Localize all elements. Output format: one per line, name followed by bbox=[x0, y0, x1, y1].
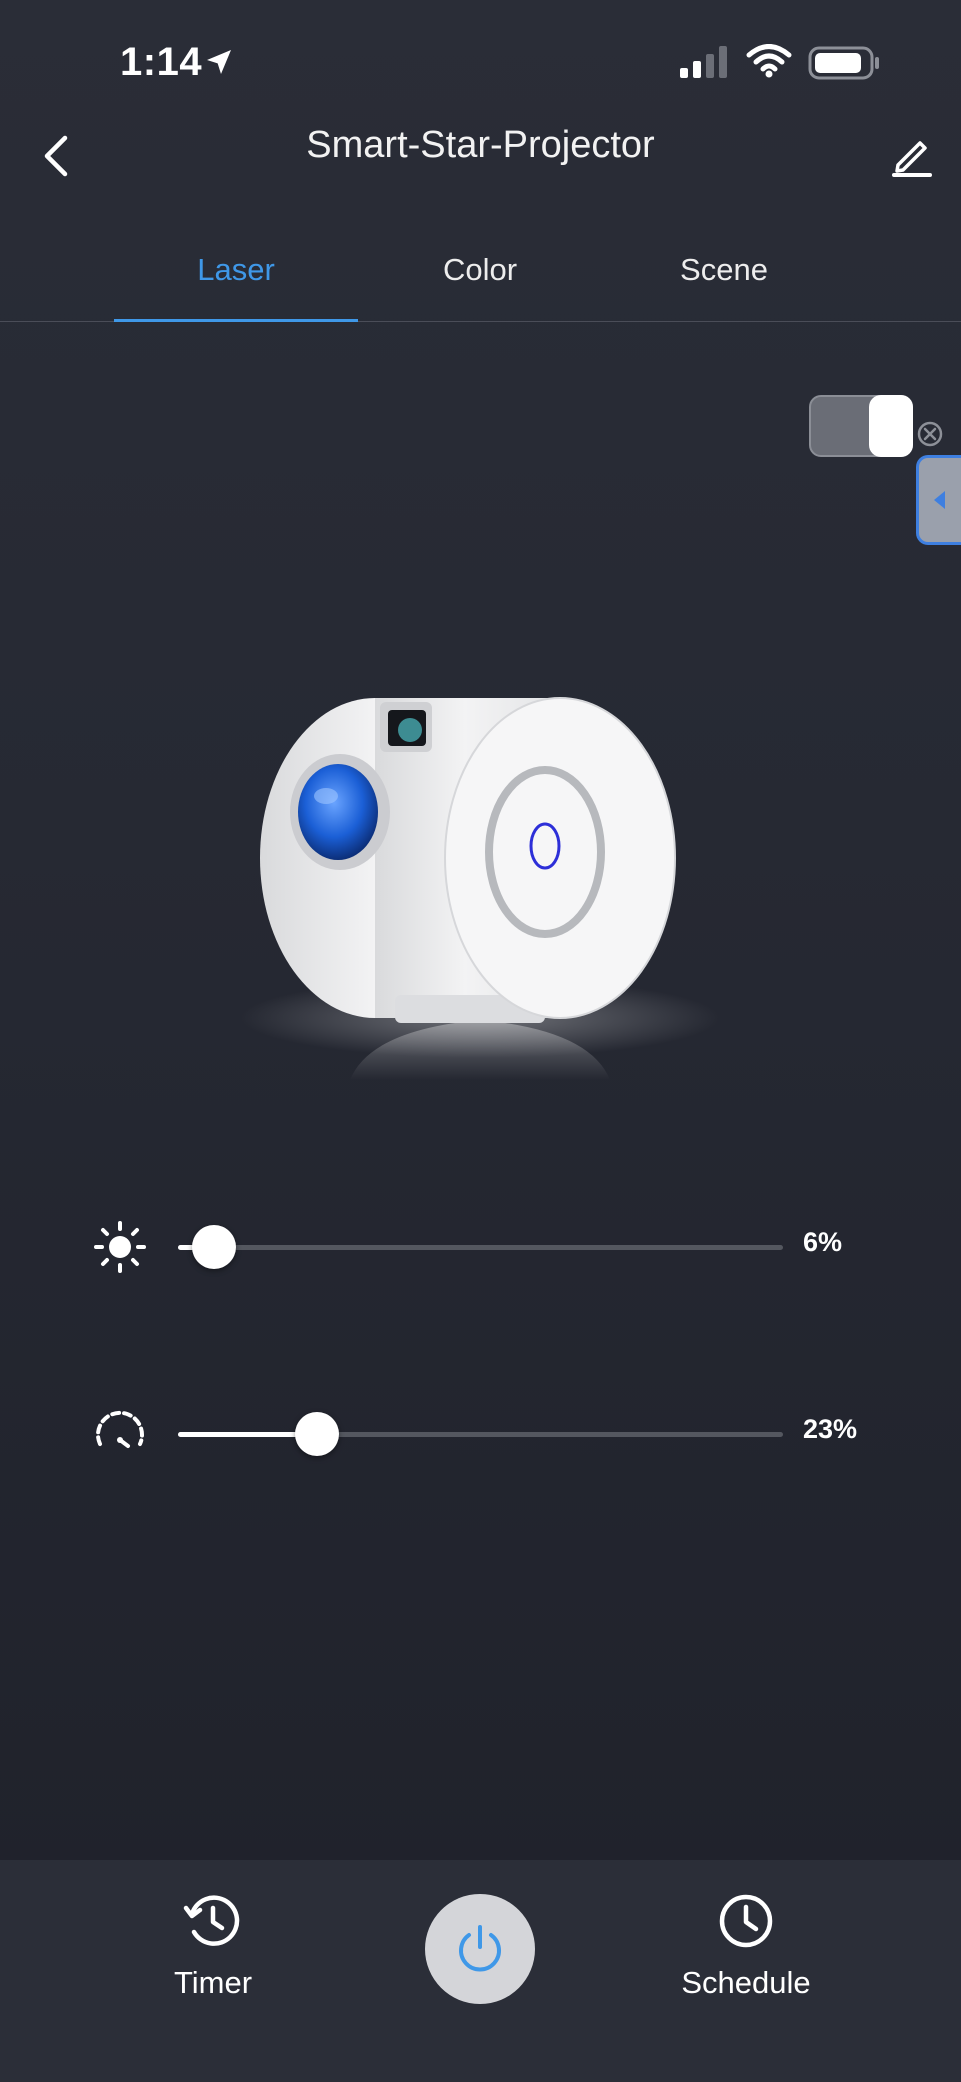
app-header: Smart-Star-Projector bbox=[0, 110, 961, 220]
timer-icon bbox=[183, 1895, 240, 1946]
side-drawer-handle[interactable] bbox=[916, 455, 961, 545]
pencil-icon bbox=[892, 141, 932, 177]
power-icon bbox=[459, 1925, 501, 1972]
speed-slider-row: 23% bbox=[0, 1392, 961, 1472]
cellular-signal-icon bbox=[680, 46, 730, 83]
laser-toggle[interactable] bbox=[809, 395, 913, 457]
tab-bar: Laser Color Scene bbox=[0, 220, 961, 322]
clock-icon bbox=[719, 1894, 773, 1948]
caret-left-icon bbox=[934, 491, 945, 509]
schedule-button[interactable]: Schedule bbox=[666, 1890, 826, 2001]
speed-value: 23% bbox=[803, 1414, 858, 1444]
schedule-label: Schedule bbox=[681, 1965, 811, 2000]
brightness-icon bbox=[92, 1219, 148, 1275]
battery-icon bbox=[808, 46, 880, 85]
close-circle-icon[interactable] bbox=[915, 419, 945, 454]
brightness-slider-thumb[interactable] bbox=[192, 1225, 237, 1269]
speed-slider-thumb[interactable] bbox=[295, 1412, 340, 1456]
page-title: Smart-Star-Projector bbox=[306, 124, 655, 166]
tab-color[interactable]: Color bbox=[358, 240, 602, 300]
brightness-slider-row: 6% bbox=[0, 1205, 961, 1285]
location-arrow-icon bbox=[203, 46, 235, 83]
power-button[interactable] bbox=[425, 1894, 535, 2004]
tab-laser[interactable]: Laser bbox=[114, 240, 358, 300]
speed-icon bbox=[92, 1406, 148, 1462]
edit-button[interactable] bbox=[881, 124, 943, 186]
brightness-slider[interactable] bbox=[178, 1225, 783, 1269]
projector-device-image bbox=[230, 640, 730, 1110]
tab-scene[interactable]: Scene bbox=[602, 240, 846, 300]
wifi-icon bbox=[746, 44, 792, 83]
bottom-action-bar: Timer Schedule bbox=[0, 1860, 961, 2082]
timer-button[interactable]: Timer bbox=[133, 1890, 293, 2001]
status-bar: 1:14 bbox=[0, 0, 961, 120]
timer-label: Timer bbox=[173, 1965, 253, 2000]
speed-slider[interactable] bbox=[178, 1412, 783, 1456]
status-time: 1:14 bbox=[120, 40, 203, 84]
tab-active-indicator bbox=[114, 319, 358, 322]
toggle-knob bbox=[869, 395, 913, 457]
brightness-value: 6% bbox=[803, 1227, 843, 1257]
